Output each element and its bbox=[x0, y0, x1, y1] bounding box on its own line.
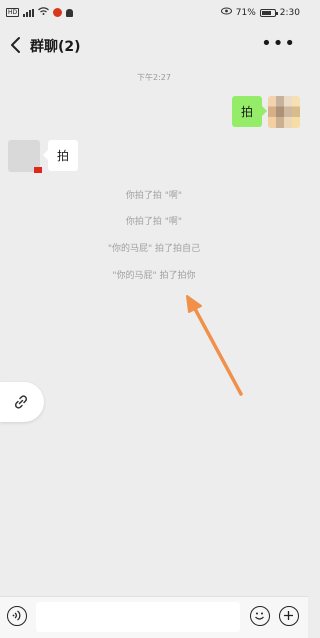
status-right: 71% 2:30 bbox=[220, 7, 300, 18]
system-notice: 你拍了拍 "啊" bbox=[125, 217, 183, 227]
system-notice: "你的马屁" 拍了拍自己 bbox=[107, 244, 201, 254]
link-icon bbox=[14, 395, 28, 409]
notification-bell-icon bbox=[66, 8, 74, 17]
voice-icon[interactable] bbox=[7, 606, 27, 626]
chat-header: 群聊(2) ••• bbox=[0, 26, 308, 64]
message-timestamp: 下午2:27 bbox=[137, 73, 171, 82]
clock: 2:30 bbox=[279, 7, 300, 18]
incoming-message-bubble[interactable]: 拍 bbox=[42, 140, 79, 171]
chat-title: 群聊(2) bbox=[30, 39, 81, 55]
input-bar bbox=[0, 596, 308, 638]
floating-link-button[interactable] bbox=[0, 382, 44, 422]
message-input[interactable] bbox=[36, 602, 240, 632]
outgoing-message-row: 拍 bbox=[231, 96, 300, 128]
eye-icon bbox=[220, 7, 232, 18]
wifi-icon bbox=[38, 7, 50, 18]
status-left-icons: HD bbox=[6, 7, 74, 18]
app-notification-icon bbox=[53, 8, 63, 17]
self-avatar[interactable] bbox=[268, 96, 300, 128]
system-notice: 你拍了拍 "啊" bbox=[125, 191, 183, 201]
more-icon[interactable]: ••• bbox=[261, 35, 296, 53]
plus-icon[interactable] bbox=[279, 606, 299, 626]
outgoing-message-bubble[interactable]: 拍 bbox=[231, 96, 268, 127]
hd-icon: HD bbox=[6, 8, 20, 17]
status-bar: HD 71% 2:30 bbox=[0, 0, 308, 26]
signal-icon bbox=[23, 8, 35, 17]
flag-icon bbox=[34, 167, 42, 173]
system-notice: "你的马屁" 拍了拍你 bbox=[112, 271, 196, 281]
battery-icon bbox=[259, 8, 278, 17]
incoming-message-row: 拍 bbox=[8, 140, 79, 173]
chevron-left-icon[interactable] bbox=[8, 35, 24, 55]
contact-avatar[interactable] bbox=[8, 140, 42, 173]
emoji-icon[interactable] bbox=[250, 606, 270, 626]
battery-percentage: 71% bbox=[235, 7, 256, 18]
